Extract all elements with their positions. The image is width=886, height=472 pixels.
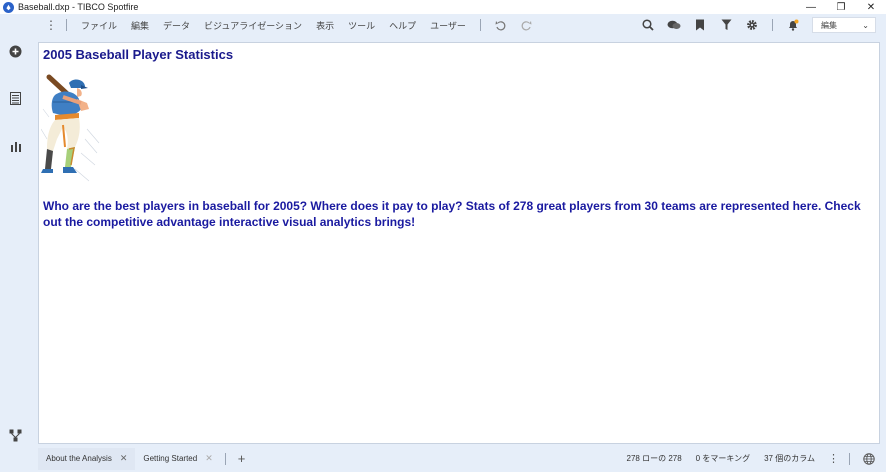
toolbar-divider (479, 19, 481, 31)
status-bar: 278 ローの 278 0 をマーキング 37 個のカラム ⋮ (620, 445, 886, 472)
menu-edit[interactable]: 編集 (124, 19, 156, 32)
tab-label: About the Analysis (46, 454, 112, 463)
menu-visualization[interactable]: ビジュアライゼーション (197, 19, 309, 32)
menu-data[interactable]: データ (156, 19, 197, 32)
analysis-description: Who are the best players in baseball for… (43, 199, 861, 229)
redo-icon[interactable] (520, 18, 534, 32)
tab-getting-started[interactable]: Getting Started ✕ (135, 448, 220, 470)
page-title: 2005 Baseball Player Statistics (43, 47, 234, 62)
add-data-icon[interactable] (8, 44, 23, 59)
chevron-down-icon: ⌄ (862, 20, 869, 30)
mode-select-value: 編集 (821, 20, 837, 30)
page-tab-bar: About the Analysis ✕ Getting Started ✕ +… (31, 445, 886, 472)
data-canvas-icon[interactable] (8, 428, 23, 443)
spotfire-window: Baseball.dxp - TIBCO Spotfire — ❐ ✕ ⋮ ファ… (0, 0, 886, 472)
notifications-icon[interactable] (786, 18, 800, 32)
visualization-icon[interactable] (8, 138, 23, 153)
window-title: Baseball.dxp - TIBCO Spotfire (18, 2, 139, 12)
status-divider (849, 452, 850, 465)
row-count: 278 ローの 278 (626, 454, 682, 463)
status-more-button[interactable]: ⋮ (828, 452, 839, 465)
restore-button[interactable]: ❐ (826, 0, 856, 14)
undo-icon[interactable] (494, 18, 508, 32)
tab-label: Getting Started (143, 454, 198, 463)
left-sidebar (0, 14, 31, 472)
close-tab-icon[interactable]: ✕ (120, 453, 128, 464)
menu-help[interactable]: ヘルプ (382, 19, 423, 32)
title-bar: Baseball.dxp - TIBCO Spotfire — ❐ ✕ (0, 0, 886, 14)
settings-icon[interactable] (745, 18, 759, 32)
add-page-button[interactable]: + (230, 451, 254, 466)
spotfire-logo-icon (3, 1, 14, 13)
close-tab-icon[interactable]: ✕ (205, 453, 213, 464)
menu-tools[interactable]: ツール (341, 19, 382, 32)
analysis-area: 2005 Baseball Player Statistics Who are … (31, 36, 886, 445)
toolbar-divider (66, 19, 67, 31)
window-controls: — ❐ ✕ (796, 0, 886, 14)
filter-icon[interactable] (719, 18, 733, 32)
text-area-page: 2005 Baseball Player Statistics Who are … (38, 42, 880, 444)
collaboration-icon[interactable] (667, 18, 681, 32)
data-table-icon[interactable] (8, 91, 23, 106)
column-count: 37 個のカラム (764, 454, 815, 463)
globe-icon[interactable] (862, 452, 876, 466)
menu-file[interactable]: ファイル (74, 19, 124, 32)
menu-user[interactable]: ユーザー (423, 19, 473, 32)
menu-toolbar: ⋮ ファイル 編集 データ ビジュアライゼーション 表示 ツール ヘルプ ユーザ… (31, 14, 886, 36)
mode-select[interactable]: 編集 ⌄ (812, 17, 876, 33)
baseball-player-image (41, 74, 100, 182)
more-options-button[interactable]: ⋮ (43, 19, 59, 31)
close-window-button[interactable]: ✕ (856, 0, 886, 14)
toolbar-divider (772, 19, 773, 31)
marked-count: 0 をマーキング (695, 454, 751, 463)
tab-divider (224, 452, 226, 465)
minimize-button[interactable]: — (796, 0, 826, 14)
menu-view[interactable]: 表示 (309, 19, 341, 32)
search-icon[interactable] (641, 18, 655, 32)
toolbar-right-group: 編集 ⌄ (635, 14, 886, 36)
bookmark-icon[interactable] (693, 18, 707, 32)
tab-about-the-analysis[interactable]: About the Analysis ✕ (38, 447, 136, 470)
